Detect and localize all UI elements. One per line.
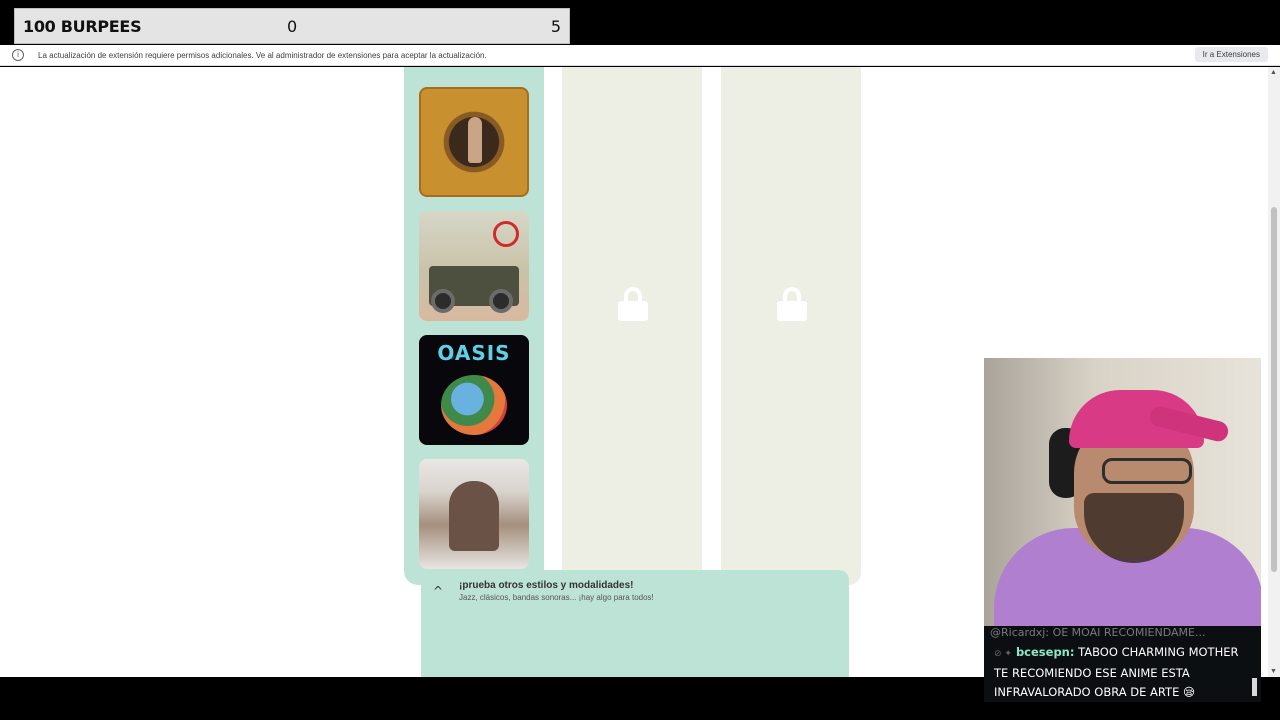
chat-overlay: @Ricardxj: OE MOAI RECOMIENDAME... ⊘ ✦ bc…	[984, 626, 1261, 702]
lock-icon	[618, 287, 648, 321]
album-cover-4[interactable]	[419, 459, 529, 569]
album-cover-2[interactable]	[419, 211, 529, 321]
scroll-down-icon[interactable]: ▼	[1270, 668, 1277, 675]
album-column-locked-2	[721, 67, 861, 585]
panel-title: ¡prueba otros estilos y modalidades!	[459, 580, 634, 591]
album-title: OASIS	[437, 341, 511, 365]
info-icon: i	[12, 49, 24, 61]
counter-goal: 5	[550, 16, 561, 36]
chevron-up-icon[interactable]: ^	[433, 584, 443, 598]
chat-previous-message: @Ricardxj: OE MOAI RECOMIENDAME...	[990, 626, 1206, 639]
album-cover-3[interactable]: OASIS	[419, 335, 529, 445]
wheel-art	[489, 289, 513, 313]
extension-infobar: i La actualización de extensión requiere…	[0, 45, 1280, 66]
counter-current: 0	[287, 16, 298, 36]
globe-art	[441, 375, 507, 435]
album-figure	[468, 117, 482, 163]
album-cover-1[interactable]	[419, 87, 529, 197]
album-column-unlocked: OASIS	[404, 67, 544, 585]
scrollbar-thumb[interactable]	[1271, 207, 1277, 572]
lock-icon	[777, 287, 807, 321]
counter-label: 100 BURPEES	[23, 16, 142, 36]
chat-message: ⊘ ✦ bcesepn: TABOO CHARMING MOTHER TE REC…	[994, 643, 1254, 702]
go-to-extensions-button[interactable]: Ir a Extensiones	[1194, 47, 1268, 62]
stream-frame: 100 BURPEES 0 5 i La actualización de ex…	[0, 0, 1280, 720]
panel-subtitle: Jazz, clásicos, bandas sonoras... ¡hay a…	[459, 593, 654, 602]
infobar-message: La actualización de extensión requiere p…	[38, 51, 487, 60]
try-other-styles-panel[interactable]: ^ ¡prueba otros estilos y modalidades! J…	[421, 570, 849, 677]
wheel-art	[431, 289, 455, 313]
glasses-icon	[1102, 458, 1192, 484]
webcam-feed	[984, 358, 1261, 628]
album-column-locked-1	[562, 67, 702, 585]
scroll-up-icon[interactable]: ▲	[1270, 69, 1277, 76]
portrait-art	[449, 481, 499, 551]
burpee-counter: 100 BURPEES 0 5	[14, 8, 570, 44]
chat-badges-icon: ⊘ ✦	[994, 649, 1012, 659]
chat-scroll-indicator	[1252, 678, 1257, 696]
page-scrollbar[interactable]: ▲ ▼	[1268, 67, 1280, 677]
album-logo-icon	[493, 221, 519, 247]
chat-username: bcesepn:	[1015, 645, 1075, 659]
